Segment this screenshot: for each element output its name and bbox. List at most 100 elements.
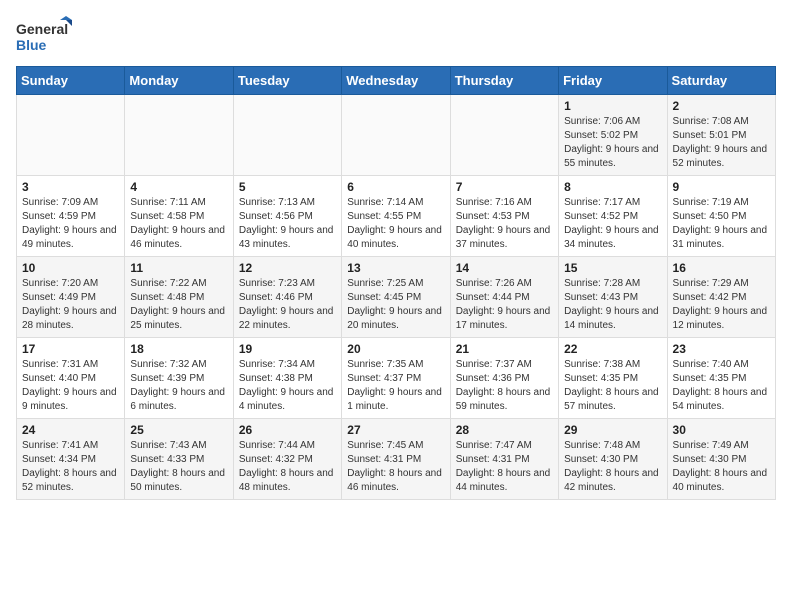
- day-header-thursday: Thursday: [450, 67, 558, 95]
- day-number: 26: [239, 423, 336, 437]
- day-header-sunday: Sunday: [17, 67, 125, 95]
- day-info: Sunrise: 7:22 AM Sunset: 4:48 PM Dayligh…: [130, 277, 227, 333]
- calendar-cell: 22Sunrise: 7:38 AM Sunset: 4:35 PM Dayli…: [559, 338, 667, 419]
- svg-text:Blue: Blue: [16, 37, 47, 53]
- day-header-monday: Monday: [125, 67, 233, 95]
- calendar-cell: 12 Sunrise: 7:23 AM Sunset: 4:46 PM Dayli…: [233, 257, 341, 338]
- day-number: 2: [673, 99, 770, 113]
- calendar-cell: 19 Sunrise: 7:34 AM Sunset: 4:38 PM Dayli…: [233, 338, 341, 419]
- calendar-cell: 20 Sunrise: 7:35 AM Sunset: 4:37 PM Dayli…: [342, 338, 450, 419]
- day-number: 17: [22, 342, 119, 356]
- calendar-cell: 30 Sunrise: 7:49 AM Sunset: 4:30 PM Dayli…: [667, 419, 775, 500]
- logo-svg: GeneralBlue: [16, 16, 76, 58]
- day-info: Sunrise: 7:14 AM Sunset: 4:55 PM Dayligh…: [347, 196, 444, 252]
- logo: GeneralBlue: [16, 16, 76, 58]
- calendar-cell: 1 Sunrise: 7:06 AM Sunset: 5:02 PM Daylig…: [559, 95, 667, 176]
- day-number: 8: [564, 180, 661, 194]
- day-info: Sunrise: 7:49 AM Sunset: 4:30 PM Dayligh…: [673, 439, 770, 495]
- day-info: Sunrise: 7:26 AM Sunset: 4:44 PM Dayligh…: [456, 277, 553, 333]
- day-number: 21: [456, 342, 553, 356]
- calendar-table: SundayMondayTuesdayWednesdayThursdayFrid…: [16, 66, 776, 500]
- calendar-cell: 16 Sunrise: 7:29 AM Sunset: 4:42 PM Dayli…: [667, 257, 775, 338]
- day-number: 12: [239, 261, 336, 275]
- day-info: Sunrise: 7:31 AM Sunset: 4:40 PM Dayligh…: [22, 358, 119, 414]
- day-info: Sunrise: 7:23 AM Sunset: 4:46 PM Dayligh…: [239, 277, 336, 333]
- calendar-cell: 5 Sunrise: 7:13 AM Sunset: 4:56 PM Daylig…: [233, 176, 341, 257]
- calendar-cell: 13 Sunrise: 7:25 AM Sunset: 4:45 PM Dayli…: [342, 257, 450, 338]
- day-number: 10: [22, 261, 119, 275]
- day-info: Sunrise: 7:11 AM Sunset: 4:58 PM Dayligh…: [130, 196, 227, 252]
- day-header-wednesday: Wednesday: [342, 67, 450, 95]
- day-info: Sunrise: 7:43 AM Sunset: 4:33 PM Dayligh…: [130, 439, 227, 495]
- day-info: Sunrise: 7:34 AM Sunset: 4:38 PM Dayligh…: [239, 358, 336, 414]
- calendar-cell: 24 Sunrise: 7:41 AM Sunset: 4:34 PM Dayli…: [17, 419, 125, 500]
- day-info: Sunrise: 7:40 AM Sunset: 4:35 PM Dayligh…: [673, 358, 770, 414]
- day-number: 20: [347, 342, 444, 356]
- day-number: 16: [673, 261, 770, 275]
- calendar-cell: 7 Sunrise: 7:16 AM Sunset: 4:53 PM Daylig…: [450, 176, 558, 257]
- calendar-cell: 26 Sunrise: 7:44 AM Sunset: 4:32 PM Dayli…: [233, 419, 341, 500]
- day-info: Sunrise: 7:06 AM Sunset: 5:02 PM Dayligh…: [564, 115, 661, 171]
- day-info: Sunrise: 7:47 AM Sunset: 4:31 PM Dayligh…: [456, 439, 553, 495]
- calendar-cell: 3 Sunrise: 7:09 AM Sunset: 4:59 PM Daylig…: [17, 176, 125, 257]
- day-number: 24: [22, 423, 119, 437]
- day-info: Sunrise: 7:13 AM Sunset: 4:56 PM Dayligh…: [239, 196, 336, 252]
- day-info: Sunrise: 7:41 AM Sunset: 4:34 PM Dayligh…: [22, 439, 119, 495]
- day-info: Sunrise: 7:38 AM Sunset: 4:35 PM Dayligh…: [564, 358, 661, 414]
- day-header-friday: Friday: [559, 67, 667, 95]
- day-info: Sunrise: 7:25 AM Sunset: 4:45 PM Dayligh…: [347, 277, 444, 333]
- day-info: Sunrise: 7:32 AM Sunset: 4:39 PM Dayligh…: [130, 358, 227, 414]
- day-number: 5: [239, 180, 336, 194]
- day-number: 29: [564, 423, 661, 437]
- day-number: 7: [456, 180, 553, 194]
- calendar-cell: 14 Sunrise: 7:26 AM Sunset: 4:44 PM Dayli…: [450, 257, 558, 338]
- day-number: 13: [347, 261, 444, 275]
- day-number: 19: [239, 342, 336, 356]
- calendar-cell: 11Sunrise: 7:22 AM Sunset: 4:48 PM Dayli…: [125, 257, 233, 338]
- day-info: Sunrise: 7:16 AM Sunset: 4:53 PM Dayligh…: [456, 196, 553, 252]
- calendar-cell: [17, 95, 125, 176]
- day-number: 23: [673, 342, 770, 356]
- day-info: Sunrise: 7:48 AM Sunset: 4:30 PM Dayligh…: [564, 439, 661, 495]
- calendar-cell: 6 Sunrise: 7:14 AM Sunset: 4:55 PM Daylig…: [342, 176, 450, 257]
- day-header-saturday: Saturday: [667, 67, 775, 95]
- page-header: GeneralBlue: [16, 16, 776, 58]
- calendar-cell: 15Sunrise: 7:28 AM Sunset: 4:43 PM Dayli…: [559, 257, 667, 338]
- calendar-cell: 21 Sunrise: 7:37 AM Sunset: 4:36 PM Dayli…: [450, 338, 558, 419]
- svg-text:General: General: [16, 21, 68, 37]
- day-number: 3: [22, 180, 119, 194]
- day-info: Sunrise: 7:37 AM Sunset: 4:36 PM Dayligh…: [456, 358, 553, 414]
- day-number: 30: [673, 423, 770, 437]
- day-number: 9: [673, 180, 770, 194]
- calendar-cell: 25 Sunrise: 7:43 AM Sunset: 4:33 PM Dayli…: [125, 419, 233, 500]
- day-info: Sunrise: 7:08 AM Sunset: 5:01 PM Dayligh…: [673, 115, 770, 171]
- calendar-cell: 9 Sunrise: 7:19 AM Sunset: 4:50 PM Daylig…: [667, 176, 775, 257]
- calendar-cell: 17 Sunrise: 7:31 AM Sunset: 4:40 PM Dayli…: [17, 338, 125, 419]
- day-number: 25: [130, 423, 227, 437]
- calendar-cell: 27 Sunrise: 7:45 AM Sunset: 4:31 PM Dayli…: [342, 419, 450, 500]
- calendar-cell: 23 Sunrise: 7:40 AM Sunset: 4:35 PM Dayli…: [667, 338, 775, 419]
- day-info: Sunrise: 7:35 AM Sunset: 4:37 PM Dayligh…: [347, 358, 444, 414]
- day-info: Sunrise: 7:45 AM Sunset: 4:31 PM Dayligh…: [347, 439, 444, 495]
- calendar-cell: 28 Sunrise: 7:47 AM Sunset: 4:31 PM Dayli…: [450, 419, 558, 500]
- calendar-cell: [342, 95, 450, 176]
- day-number: 4: [130, 180, 227, 194]
- day-number: 27: [347, 423, 444, 437]
- day-info: Sunrise: 7:17 AM Sunset: 4:52 PM Dayligh…: [564, 196, 661, 252]
- day-info: Sunrise: 7:09 AM Sunset: 4:59 PM Dayligh…: [22, 196, 119, 252]
- calendar-cell: 10 Sunrise: 7:20 AM Sunset: 4:49 PM Dayli…: [17, 257, 125, 338]
- calendar-cell: [233, 95, 341, 176]
- calendar-cell: 18 Sunrise: 7:32 AM Sunset: 4:39 PM Dayli…: [125, 338, 233, 419]
- calendar-cell: 2 Sunrise: 7:08 AM Sunset: 5:01 PM Daylig…: [667, 95, 775, 176]
- day-info: Sunrise: 7:44 AM Sunset: 4:32 PM Dayligh…: [239, 439, 336, 495]
- calendar-cell: 29 Sunrise: 7:48 AM Sunset: 4:30 PM Dayli…: [559, 419, 667, 500]
- day-number: 14: [456, 261, 553, 275]
- day-number: 6: [347, 180, 444, 194]
- day-number: 1: [564, 99, 661, 113]
- day-info: Sunrise: 7:29 AM Sunset: 4:42 PM Dayligh…: [673, 277, 770, 333]
- day-info: Sunrise: 7:20 AM Sunset: 4:49 PM Dayligh…: [22, 277, 119, 333]
- day-info: Sunrise: 7:28 AM Sunset: 4:43 PM Dayligh…: [564, 277, 661, 333]
- day-info: Sunrise: 7:19 AM Sunset: 4:50 PM Dayligh…: [673, 196, 770, 252]
- day-number: 18: [130, 342, 227, 356]
- day-number: 28: [456, 423, 553, 437]
